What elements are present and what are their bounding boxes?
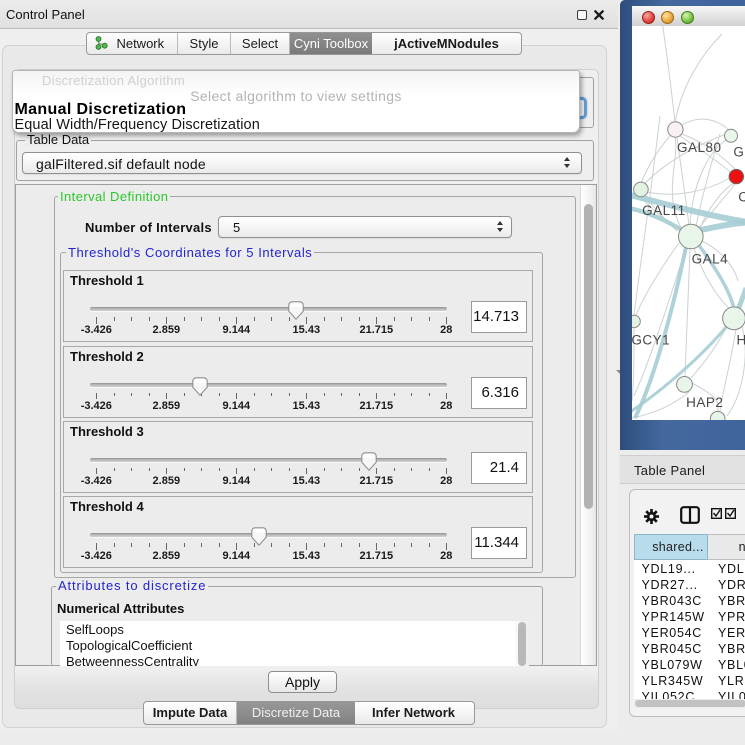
svg-text:G: G — [733, 145, 744, 160]
svg-text:GAL80: GAL80 — [677, 140, 722, 155]
svg-text:GAL4: GAL4 — [692, 252, 729, 267]
svg-text:GAL11: GAL11 — [642, 203, 686, 218]
svg-text:C: C — [738, 190, 745, 205]
svg-text:H: H — [737, 333, 745, 348]
svg-text:GCY1: GCY1 — [632, 333, 670, 348]
svg-text:HAP2: HAP2 — [686, 395, 723, 410]
